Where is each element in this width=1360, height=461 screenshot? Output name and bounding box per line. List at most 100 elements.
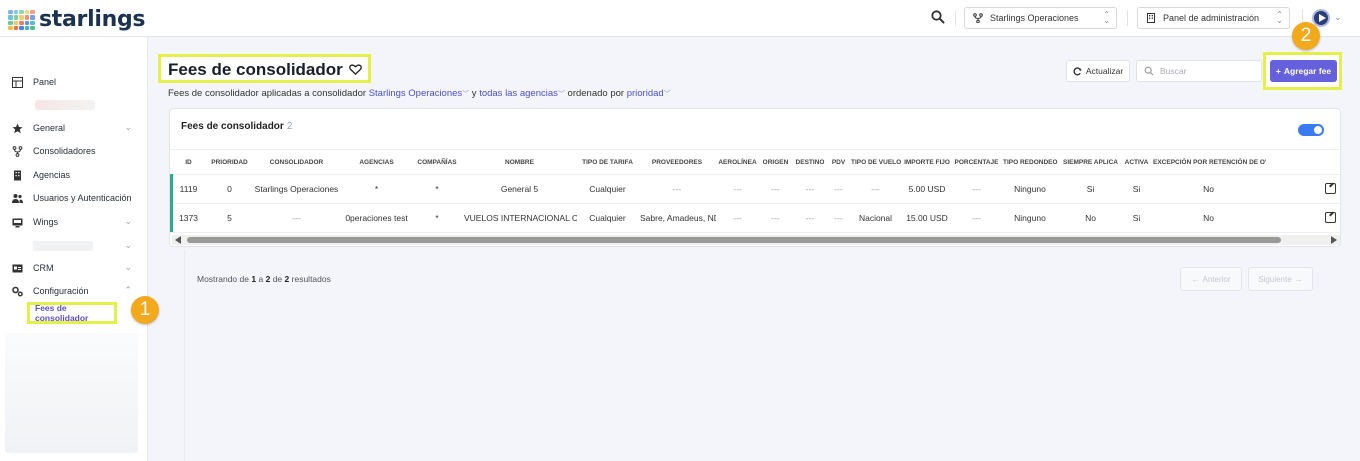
- previous-page-button[interactable]: ← Anterior: [1180, 267, 1242, 291]
- monitor-icon: [12, 218, 23, 227]
- table-header-cell[interactable]: Excepción por retención de over: [1151, 149, 1266, 175]
- table-header-cell[interactable]: Destino: [792, 149, 828, 175]
- edit-icon[interactable]: [1325, 211, 1336, 223]
- fees-table: ID Prioridad Consolidador Agencias Compañías…: [170, 149, 1340, 233]
- table-header-cell[interactable]: Tipo de tarifa: [577, 149, 638, 175]
- subtitle-and: y: [471, 88, 477, 99]
- building-icon: [14, 170, 21, 180]
- horizontal-scrollbar[interactable]: [172, 235, 1340, 245]
- heart-icon[interactable]: [348, 63, 362, 76]
- table-header-actions: [1266, 149, 1340, 175]
- table-header-cell[interactable]: Tipo de vuelo: [849, 149, 902, 175]
- table-header-cell[interactable]: Compañías: [412, 149, 462, 175]
- divider: [1127, 10, 1128, 26]
- table-row[interactable]: 1119 0 Starlings Operaciones * * General 5 Cua…: [170, 174, 1340, 204]
- sidebar-item-label: Panel: [33, 77, 57, 87]
- page-subtitle: Fees de consolidador aplicadas a consoli…: [168, 88, 671, 99]
- sidebar-item-agencias[interactable]: Agencias: [12, 167, 136, 183]
- sidebar-item-configuracion[interactable]: Configuración ⌃: [12, 283, 136, 299]
- chevron-down-icon[interactable]: ⌄: [1334, 12, 1342, 23]
- row-actions: [1266, 174, 1340, 204]
- order-filter-label: prioridad: [626, 88, 664, 99]
- sidebar-item-label: Agencias: [33, 170, 71, 180]
- table-header-cell[interactable]: Consolidador: [252, 149, 341, 175]
- sidebar-item-consolidadores[interactable]: Consolidadores: [12, 143, 136, 159]
- table-cell: General 5: [462, 174, 577, 204]
- table-cell: No: [1151, 203, 1266, 233]
- consolidator-filter-label: Starlings Operaciones: [368, 88, 463, 99]
- search-icon[interactable]: [930, 9, 946, 25]
- table-header-cell[interactable]: Porcentaje: [952, 149, 1001, 175]
- table-cell: ---: [828, 174, 849, 204]
- subtitle-prefix: Fees de consolidador aplicadas a consoli…: [168, 88, 367, 99]
- add-fee-button[interactable]: + Agregar fee: [1270, 60, 1337, 82]
- divider: [184, 250, 185, 461]
- chevron-down-icon: ⌄: [124, 216, 132, 226]
- table-header-cell[interactable]: Activa: [1122, 149, 1151, 175]
- table-header-cell[interactable]: Importe fijo: [902, 149, 952, 175]
- search-input[interactable]: Buscar: [1136, 60, 1262, 82]
- company-select-value: Starlings Operaciones: [990, 13, 1079, 23]
- sidebar-item-panel[interactable]: Panel: [12, 74, 136, 90]
- chevron-down-icon: ⌄: [124, 240, 132, 250]
- branch-icon: [12, 145, 23, 157]
- building-icon: [1147, 13, 1155, 23]
- sidebar-item-label: Configuración: [33, 286, 89, 296]
- chevron-down-icon: ﹀: [557, 91, 565, 98]
- add-button-highlight: + Agregar fee: [1263, 52, 1342, 90]
- refresh-button[interactable]: Actualizar: [1066, 60, 1130, 82]
- starlings-logo[interactable]: starlings: [8, 9, 146, 31]
- sidebar-item-usuarios[interactable]: Usuarios y Autenticación: [12, 190, 136, 206]
- edit-icon[interactable]: [1325, 182, 1336, 194]
- table-cell: No: [1059, 203, 1122, 233]
- table-cell: Starlings Operaciones: [252, 174, 341, 204]
- logo-mark-icon: [8, 10, 35, 30]
- next-page-button[interactable]: Siguiente →: [1248, 267, 1313, 291]
- chevron-updown-icon: ⌃ ⌄: [1276, 10, 1283, 25]
- scroll-right-icon[interactable]: [1331, 236, 1337, 244]
- sidebar-item-general[interactable]: General ⌄: [12, 120, 136, 136]
- table-header-cell[interactable]: Agencias: [341, 149, 412, 175]
- redacted-block: [5, 333, 138, 453]
- sidebar-item-wings[interactable]: Wings ⌄: [12, 214, 136, 230]
- sidebar-item-label: Usuarios y Autenticación: [33, 193, 132, 203]
- card-toggle[interactable]: [1298, 124, 1324, 136]
- table-header-cell[interactable]: Tipo redondeo: [1001, 149, 1059, 175]
- table-header-cell[interactable]: Prioridad: [207, 149, 252, 175]
- branch-icon: [973, 13, 983, 23]
- table-header-cell[interactable]: ID: [170, 149, 207, 175]
- scrollbar-thumb[interactable]: [187, 237, 1281, 243]
- table-cell: ---: [849, 174, 902, 204]
- sidebar-item-label: General: [33, 123, 66, 133]
- subtitle-order: ordenado por: [567, 88, 625, 99]
- id-card-icon: [12, 264, 23, 272]
- chevron-updown-icon: ⌃ ⌄: [1103, 10, 1110, 25]
- table-header-cell[interactable]: Nombre: [462, 149, 577, 175]
- panel-select[interactable]: Panel de administración ⌃ ⌄: [1137, 7, 1290, 29]
- table-header-cell[interactable]: PDV: [828, 149, 849, 175]
- star-icon: [12, 123, 23, 133]
- panel-select-value: Panel de administración: [1163, 13, 1260, 23]
- arrow-right-icon: →: [1294, 274, 1303, 284]
- table-header-cell[interactable]: Siempre aplica: [1059, 149, 1122, 175]
- table-header-cell[interactable]: Proveedores: [638, 149, 716, 175]
- table-cell: ---: [716, 174, 759, 204]
- sidebar-item-redacted[interactable]: ⌄: [12, 238, 136, 254]
- table-header-cell[interactable]: Origen: [759, 149, 792, 175]
- scroll-left-icon[interactable]: [175, 236, 181, 244]
- table-row[interactable]: 1373 5 --- 0peraciones test * VUELOS INTERNAC…: [170, 203, 1340, 233]
- table-cell: ---: [792, 203, 828, 233]
- consolidator-filter-link[interactable]: Starlings Operaciones﹀: [369, 88, 469, 99]
- step-badge-1: 1: [131, 296, 159, 324]
- company-select[interactable]: Starlings Operaciones ⌃ ⌄: [964, 7, 1117, 29]
- table-cell: Ninguno: [1001, 174, 1059, 204]
- table-cell: Sabre, Amadeus, NDC: [638, 203, 716, 233]
- refresh-icon: [1073, 66, 1082, 75]
- table-header-cell[interactable]: Aerolínea: [716, 149, 759, 175]
- table-cell: 1119: [170, 174, 207, 204]
- agencies-filter-link[interactable]: todas las agencias﹀: [479, 88, 565, 99]
- next-page-label: Siguiente: [1258, 274, 1292, 284]
- order-filter-link[interactable]: prioridad﹀: [627, 88, 671, 99]
- sidebar-subitem-fees-consolidador[interactable]: Fees de consolidador: [27, 302, 117, 324]
- sidebar-item-crm[interactable]: CRM ⌄: [12, 260, 136, 276]
